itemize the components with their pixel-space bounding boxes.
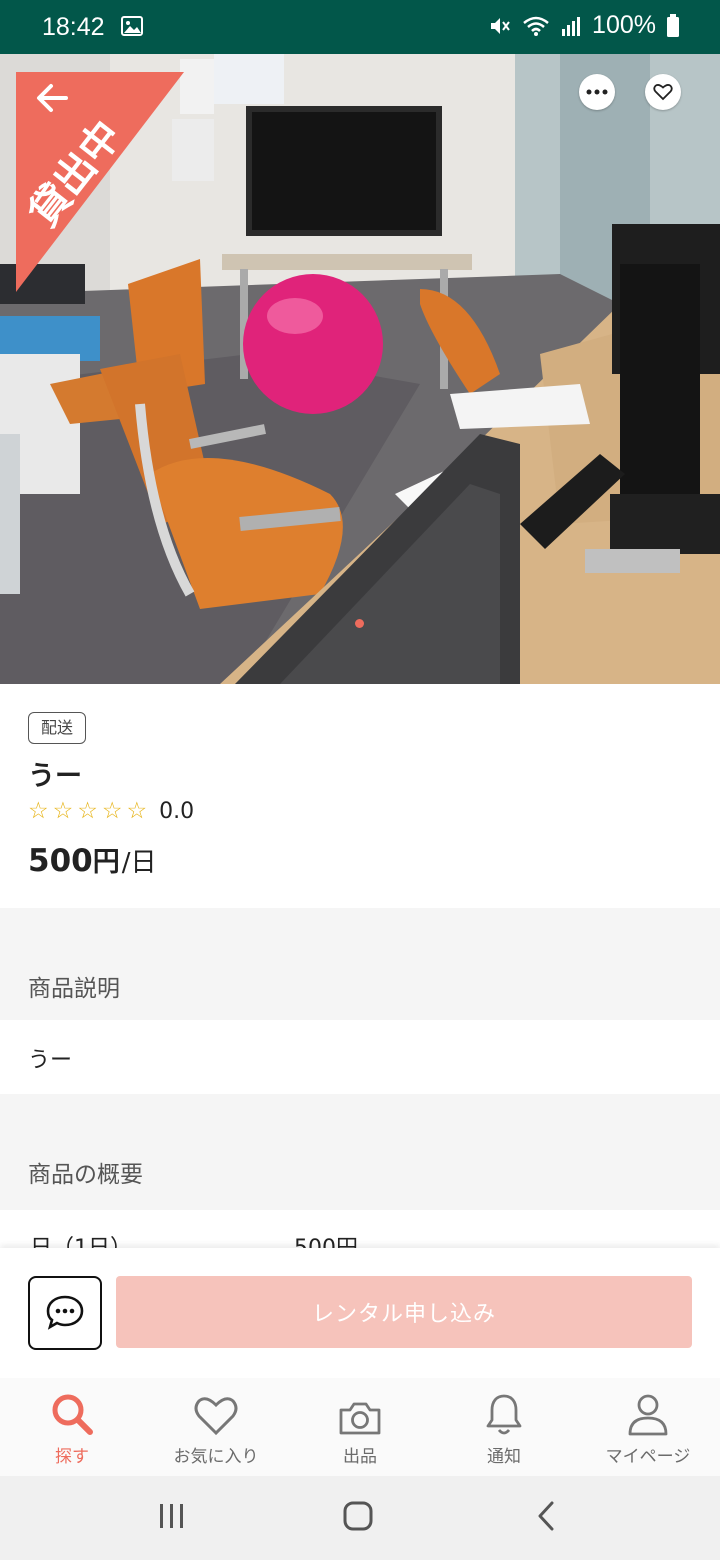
bell-icon: [484, 1392, 524, 1436]
summary-title: 商品の概要: [28, 1162, 143, 1188]
price-currency: 円: [92, 847, 120, 878]
product-title: うー: [28, 761, 82, 792]
back-icon[interactable]: [534, 1500, 558, 1536]
mute-icon: [488, 14, 512, 38]
bottom-tab-bar: 探す お気に入り 出品 通知 マイページ: [0, 1378, 720, 1476]
person-icon: [626, 1392, 670, 1436]
message-button[interactable]: [28, 1276, 102, 1350]
delivery-tag: 配送: [28, 712, 87, 744]
tab-label: お気に入り: [173, 1447, 259, 1467]
action-bar: レンタル申し込み: [0, 1248, 720, 1379]
back-arrow-icon[interactable]: [30, 76, 74, 120]
search-icon: [50, 1392, 94, 1436]
rating-value: 0.0: [159, 798, 195, 824]
price: 500 円 /日: [28, 840, 156, 879]
status-bar: 18:42 100%: [0, 0, 720, 54]
battery-level: 100%: [592, 11, 656, 39]
description-header: 商品説明: [0, 908, 720, 1020]
tab-notifications[interactable]: 通知: [432, 1378, 576, 1476]
price-amount: 500: [28, 843, 93, 879]
recent-apps-icon[interactable]: [158, 1500, 186, 1536]
gallery-icon: [121, 16, 143, 36]
battery-icon: [666, 13, 680, 38]
rating: ☆ ☆ ☆ ☆ ☆ 0.0: [28, 798, 194, 824]
camera-icon: [338, 1392, 382, 1436]
tab-label: 出品: [343, 1447, 377, 1467]
summary-row: 日（1日） 500円: [0, 1210, 720, 1250]
description-title: 商品説明: [28, 976, 120, 1002]
tab-label: 通知: [487, 1447, 521, 1467]
home-icon[interactable]: [342, 1500, 374, 1536]
heart-icon: [653, 84, 673, 101]
more-options-button[interactable]: [579, 74, 615, 110]
system-navigation-bar: [0, 1476, 720, 1560]
product-info: 配送 うー ☆ ☆ ☆ ☆ ☆ 0.0 500 円 /日: [0, 684, 720, 908]
heart-icon: [194, 1392, 238, 1436]
tab-mypage[interactable]: マイページ: [576, 1378, 720, 1476]
tab-favorites[interactable]: お気に入り: [144, 1378, 288, 1476]
favorite-button[interactable]: [645, 74, 681, 110]
signal-icon: [560, 15, 582, 37]
status-time: 18:42: [42, 13, 105, 41]
chat-bubble-icon: [46, 1295, 84, 1330]
carousel-dot-active: [355, 619, 364, 628]
tab-search[interactable]: 探す: [0, 1378, 144, 1476]
more-dots-icon: [586, 89, 608, 95]
star-icon: ☆: [101, 798, 123, 824]
star-icon: ☆: [77, 798, 98, 824]
summary-value: 500円: [294, 1236, 358, 1250]
rental-apply-button[interactable]: レンタル申し込み: [116, 1276, 692, 1348]
description-body: うー: [0, 1020, 720, 1094]
summary-header: 商品の概要: [0, 1094, 720, 1210]
price-unit: /日: [121, 848, 157, 878]
summary-key: 日（1日）: [30, 1236, 132, 1250]
wifi-icon: [522, 15, 550, 37]
tab-label: 探す: [55, 1447, 89, 1467]
product-image-carousel[interactable]: 貸出中: [0, 54, 720, 684]
tab-label: マイページ: [605, 1447, 691, 1467]
star-icon: ☆: [52, 798, 74, 824]
tab-listing[interactable]: 出品: [288, 1378, 432, 1476]
star-icon: ☆: [126, 798, 148, 824]
star-icon: ☆: [28, 798, 49, 824]
description-text: うー: [28, 1048, 73, 1073]
